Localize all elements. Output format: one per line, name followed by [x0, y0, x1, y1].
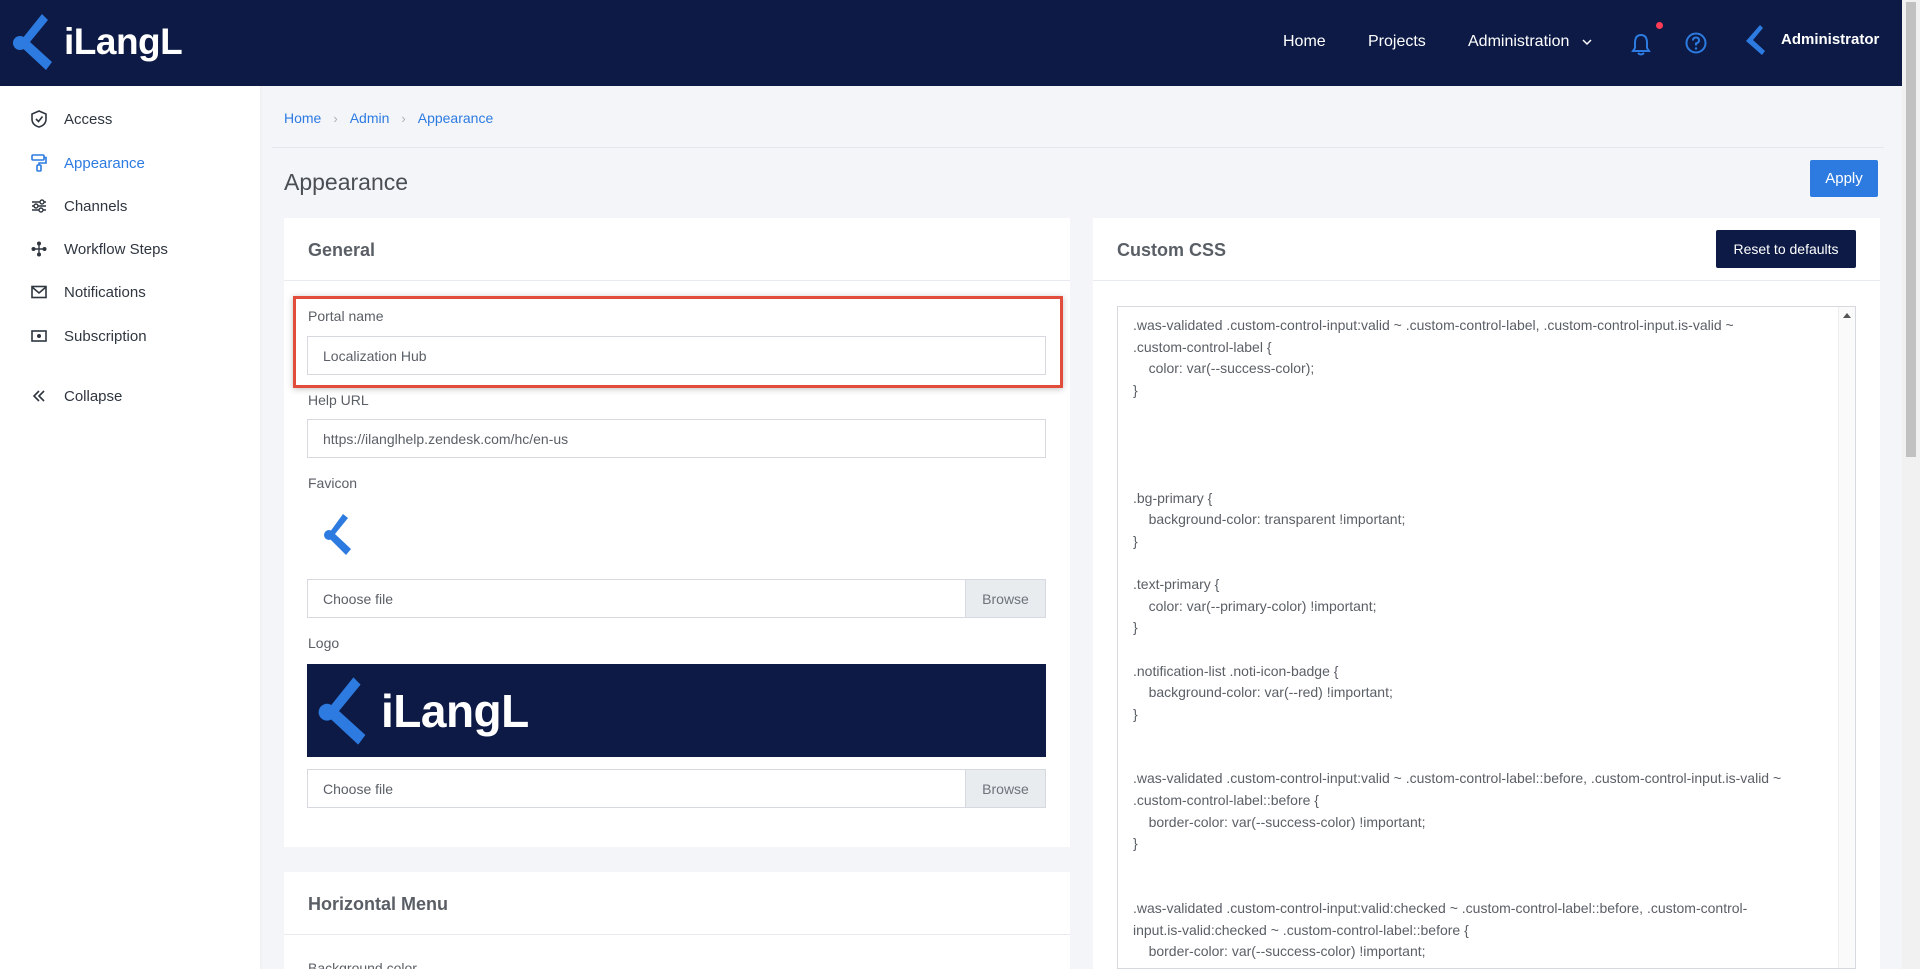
breadcrumb: Home › Admin › Appearance — [284, 110, 493, 126]
logo-preview: iLangL — [307, 664, 1046, 757]
favicon-preview-icon — [323, 513, 357, 562]
help-url-input[interactable]: https://ilanglhelp.zendesk.com/hc/en-us — [307, 419, 1046, 458]
user-name[interactable]: Administrator — [1781, 31, 1879, 48]
general-card-title: General — [308, 240, 376, 260]
breadcrumb-appearance[interactable]: Appearance — [418, 110, 494, 126]
horizontal-menu-title: Horizontal Menu — [308, 894, 448, 914]
shield-check-icon — [30, 110, 48, 128]
horizontal-menu-card-header: Horizontal Menu — [284, 872, 1070, 935]
nav-home[interactable]: Home — [1283, 33, 1326, 51]
sidebar-item-access[interactable]: Access — [30, 104, 112, 134]
highlight-box — [293, 296, 1063, 388]
favicon-file-input[interactable]: Choose file Browse — [307, 579, 1046, 618]
sliders-icon — [30, 197, 48, 215]
horizontal-menu-card: Horizontal Menu Background color — [284, 872, 1070, 969]
page-scrollbar[interactable] — [1902, 0, 1920, 969]
breadcrumb-separator-icon: › — [333, 110, 338, 126]
general-card-header: General — [284, 218, 1070, 281]
avatar-icon[interactable] — [1743, 24, 1769, 61]
nav-administration[interactable]: Administration — [1468, 33, 1592, 51]
css-editor-scrollbar[interactable] — [1838, 307, 1855, 968]
sidebar-item-label: Channels — [64, 197, 128, 215]
chevron-down-icon — [1582, 39, 1592, 46]
breadcrumb-home[interactable]: Home — [284, 110, 321, 126]
breadcrumb-separator-icon: › — [401, 110, 406, 126]
sidebar-item-label: Subscription — [64, 327, 147, 345]
sidebar-item-workflow-steps[interactable]: Workflow Steps — [30, 234, 168, 264]
logo-text: iLangL — [64, 21, 183, 62]
ilangl-mark-icon — [13, 14, 52, 70]
custom-css-content: .was-validated .custom-control-input:val… — [1133, 317, 1782, 968]
chevrons-left-icon — [30, 387, 48, 405]
favicon-browse-button[interactable]: Browse — [965, 580, 1045, 617]
notification-badge — [1656, 22, 1663, 29]
logo-browse-button[interactable]: Browse — [965, 770, 1045, 807]
logo-label: Logo — [308, 635, 340, 651]
sidebar-collapse[interactable]: Collapse — [30, 381, 122, 411]
page-scrollbar-thumb[interactable] — [1906, 2, 1916, 457]
sidebar-item-label: Appearance — [64, 154, 145, 172]
top-navbar: iLangL Home Projects Administration Admi… — [0, 0, 1902, 86]
workflow-icon — [30, 240, 48, 258]
sidebar-item-label: Workflow Steps — [64, 240, 168, 258]
help-url-label: Help URL — [308, 392, 369, 408]
sidebar-collapse-label: Collapse — [64, 387, 123, 405]
sidebar-item-channels[interactable]: Channels — [30, 191, 127, 221]
logo-file-input[interactable]: Choose file Browse — [307, 769, 1046, 808]
custom-css-title: Custom CSS — [1117, 240, 1227, 260]
ilangl-mark-icon — [318, 676, 366, 745]
mail-icon — [30, 283, 48, 301]
sidebar-item-label: Notifications — [64, 283, 146, 301]
page-title: Appearance — [284, 169, 409, 195]
app-logo[interactable]: iLangL — [12, 12, 183, 72]
favicon-file-name: Choose file — [323, 590, 394, 607]
logo-preview-text: iLangL — [381, 684, 529, 737]
sidebar-item-subscription[interactable]: Subscription — [30, 321, 147, 351]
breadcrumb-divider — [272, 147, 1884, 148]
sidebar-item-notifications[interactable]: Notifications — [30, 277, 146, 307]
paint-roller-icon — [30, 154, 48, 172]
background-color-label: Background color — [308, 960, 417, 969]
apply-button[interactable]: Apply — [1810, 160, 1878, 197]
logo-file-name: Choose file — [323, 780, 394, 797]
bell-icon[interactable] — [1630, 32, 1652, 61]
sidebar-item-appearance[interactable]: Appearance — [30, 148, 145, 178]
nav-projects[interactable]: Projects — [1368, 33, 1426, 51]
help-icon[interactable] — [1685, 32, 1707, 59]
sidebar-item-label: Access — [64, 110, 113, 128]
breadcrumb-admin[interactable]: Admin — [350, 110, 390, 126]
nav-administration-label: Administration — [1468, 33, 1570, 50]
custom-css-editor[interactable]: .was-validated .custom-control-input:val… — [1117, 306, 1856, 969]
favicon-label: Favicon — [308, 475, 358, 491]
reset-to-defaults-button[interactable]: Reset to defaults — [1716, 230, 1856, 268]
ticket-icon — [30, 327, 48, 345]
sidebar: Access Appearance Channels Workflow Step… — [0, 86, 260, 969]
scroll-up-icon[interactable] — [1843, 313, 1851, 318]
